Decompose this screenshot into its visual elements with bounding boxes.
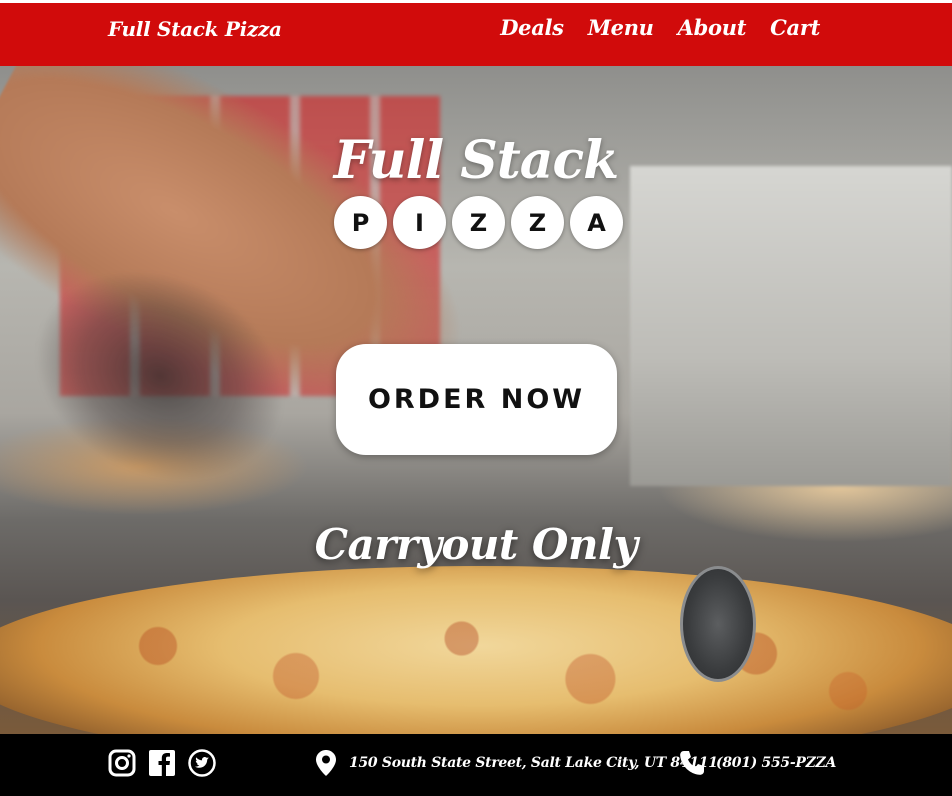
letter-circle: Z: [511, 196, 564, 249]
nav-link-deals[interactable]: Deals: [500, 15, 564, 40]
brand-link[interactable]: Full Stack Pizza: [108, 17, 282, 41]
carryout-only-text: Carryout Only: [314, 520, 638, 569]
hero-background-pizza-cutter: [680, 566, 756, 682]
social-links: [108, 749, 216, 777]
nav-links: Deals Menu About Cart: [500, 15, 820, 40]
address-block: 150 South State Street, Salt Lake City, …: [313, 749, 718, 777]
letter-circle: P: [334, 196, 387, 249]
order-now-button[interactable]: ORDER NOW: [336, 344, 617, 455]
nav-link-cart[interactable]: Cart: [770, 15, 820, 40]
instagram-icon[interactable]: [108, 749, 136, 777]
twitter-icon[interactable]: [188, 749, 216, 777]
hero-title: Full Stack: [333, 130, 619, 191]
nav-link-about[interactable]: About: [678, 15, 747, 40]
letter-circle: I: [393, 196, 446, 249]
location-pin-icon: [316, 750, 336, 776]
phone-icon: [680, 751, 704, 775]
hero-background-oven: [630, 166, 952, 486]
phone-block: (801) 555-PZZA: [678, 749, 836, 777]
letter-circle: Z: [452, 196, 505, 249]
hero-letter-circles: P I Z Z A: [334, 196, 623, 249]
address-text[interactable]: 150 South State Street, Salt Lake City, …: [349, 755, 718, 771]
facebook-icon[interactable]: [148, 749, 176, 777]
navbar: Full Stack Pizza Deals Menu About Cart: [0, 3, 952, 66]
phone-number[interactable]: (801) 555-PZZA: [716, 755, 836, 771]
footer: 150 South State Street, Salt Lake City, …: [0, 734, 952, 796]
nav-link-menu[interactable]: Menu: [588, 15, 654, 40]
letter-circle: A: [570, 196, 623, 249]
hero-background-pizza-toppings: [20, 586, 940, 734]
